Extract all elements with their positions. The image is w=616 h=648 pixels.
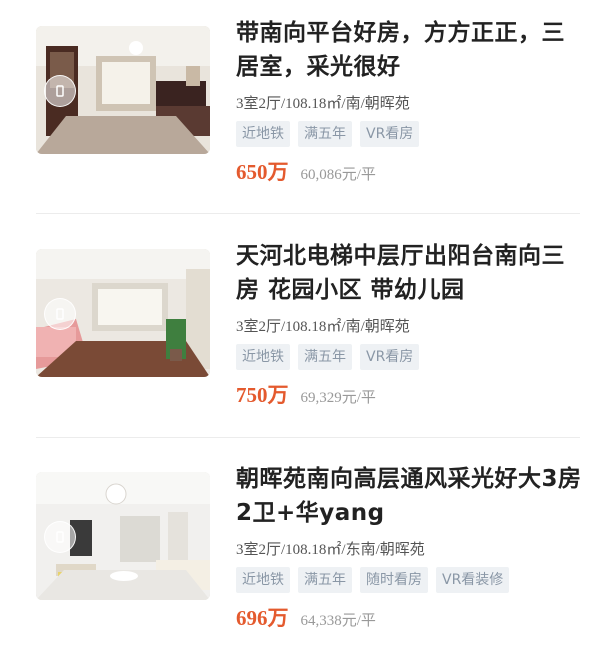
listing-photo[interactable] — [36, 472, 210, 600]
listing-prices: 650万 60,086元/平 — [236, 156, 376, 186]
tag: 满五年 — [298, 121, 352, 147]
listing-meta: 3室2厅/108.18㎡/南/朝晖苑 — [236, 96, 410, 112]
listing-card[interactable]: 带南向平台好房，方方正正，三居室，采光很好 3室2厅/108.18㎡/南/朝晖苑… — [0, 0, 616, 200]
total-price: 696万 — [236, 606, 289, 630]
listing-title[interactable]: 带南向平台好房，方方正正，三居室，采光很好 — [236, 16, 586, 84]
vr-badge-icon — [44, 298, 76, 330]
listing-tags: 近地铁 满五年 VR看房 — [236, 344, 420, 370]
divider — [36, 437, 580, 438]
listing-photo[interactable] — [36, 249, 210, 377]
listing-list: 带南向平台好房，方方正正，三居室，采光很好 3室2厅/108.18㎡/南/朝晖苑… — [0, 0, 616, 648]
listing-card[interactable]: 天河北电梯中层厅出阳台南向三房 花园小区 带幼儿园 3室2厅/108.18㎡/南… — [0, 223, 616, 423]
listing-prices: 750万 69,329元/平 — [236, 379, 376, 409]
tag: VR看房 — [360, 344, 420, 370]
tag: 满五年 — [298, 567, 352, 593]
listing-tags: 近地铁 满五年 VR看房 — [236, 121, 420, 147]
tag: VR看房 — [360, 121, 420, 147]
listing-tags: 近地铁 满五年 随时看房 VR看装修 — [236, 567, 510, 593]
vr-badge-icon — [44, 521, 76, 553]
tag: 近地铁 — [236, 567, 290, 593]
listing-photo[interactable] — [36, 26, 210, 154]
tag: 近地铁 — [236, 121, 290, 147]
listing-meta: 3室2厅/108.18㎡/东南/朝晖苑 — [236, 542, 425, 558]
listing-card[interactable]: 朝晖苑南向高层通风采光好大3房2卫+华yang 3室2厅/108.18㎡/东南/… — [0, 446, 616, 646]
tag: 近地铁 — [236, 344, 290, 370]
vr-badge-icon — [44, 75, 76, 107]
tag: VR看装修 — [436, 567, 510, 593]
listing-meta: 3室2厅/108.18㎡/南/朝晖苑 — [236, 319, 410, 335]
unit-price: 64,338元/平 — [300, 613, 376, 629]
listing-title[interactable]: 天河北电梯中层厅出阳台南向三房 花园小区 带幼儿园 — [236, 239, 586, 307]
unit-price: 69,329元/平 — [300, 390, 376, 406]
listing-title[interactable]: 朝晖苑南向高层通风采光好大3房2卫+华yang — [236, 462, 586, 530]
tag: 随时看房 — [360, 567, 428, 593]
total-price: 750万 — [236, 383, 289, 407]
total-price: 650万 — [236, 160, 289, 184]
divider — [36, 213, 580, 214]
listing-prices: 696万 64,338元/平 — [236, 602, 376, 632]
unit-price: 60,086元/平 — [300, 167, 376, 183]
tag: 满五年 — [298, 344, 352, 370]
